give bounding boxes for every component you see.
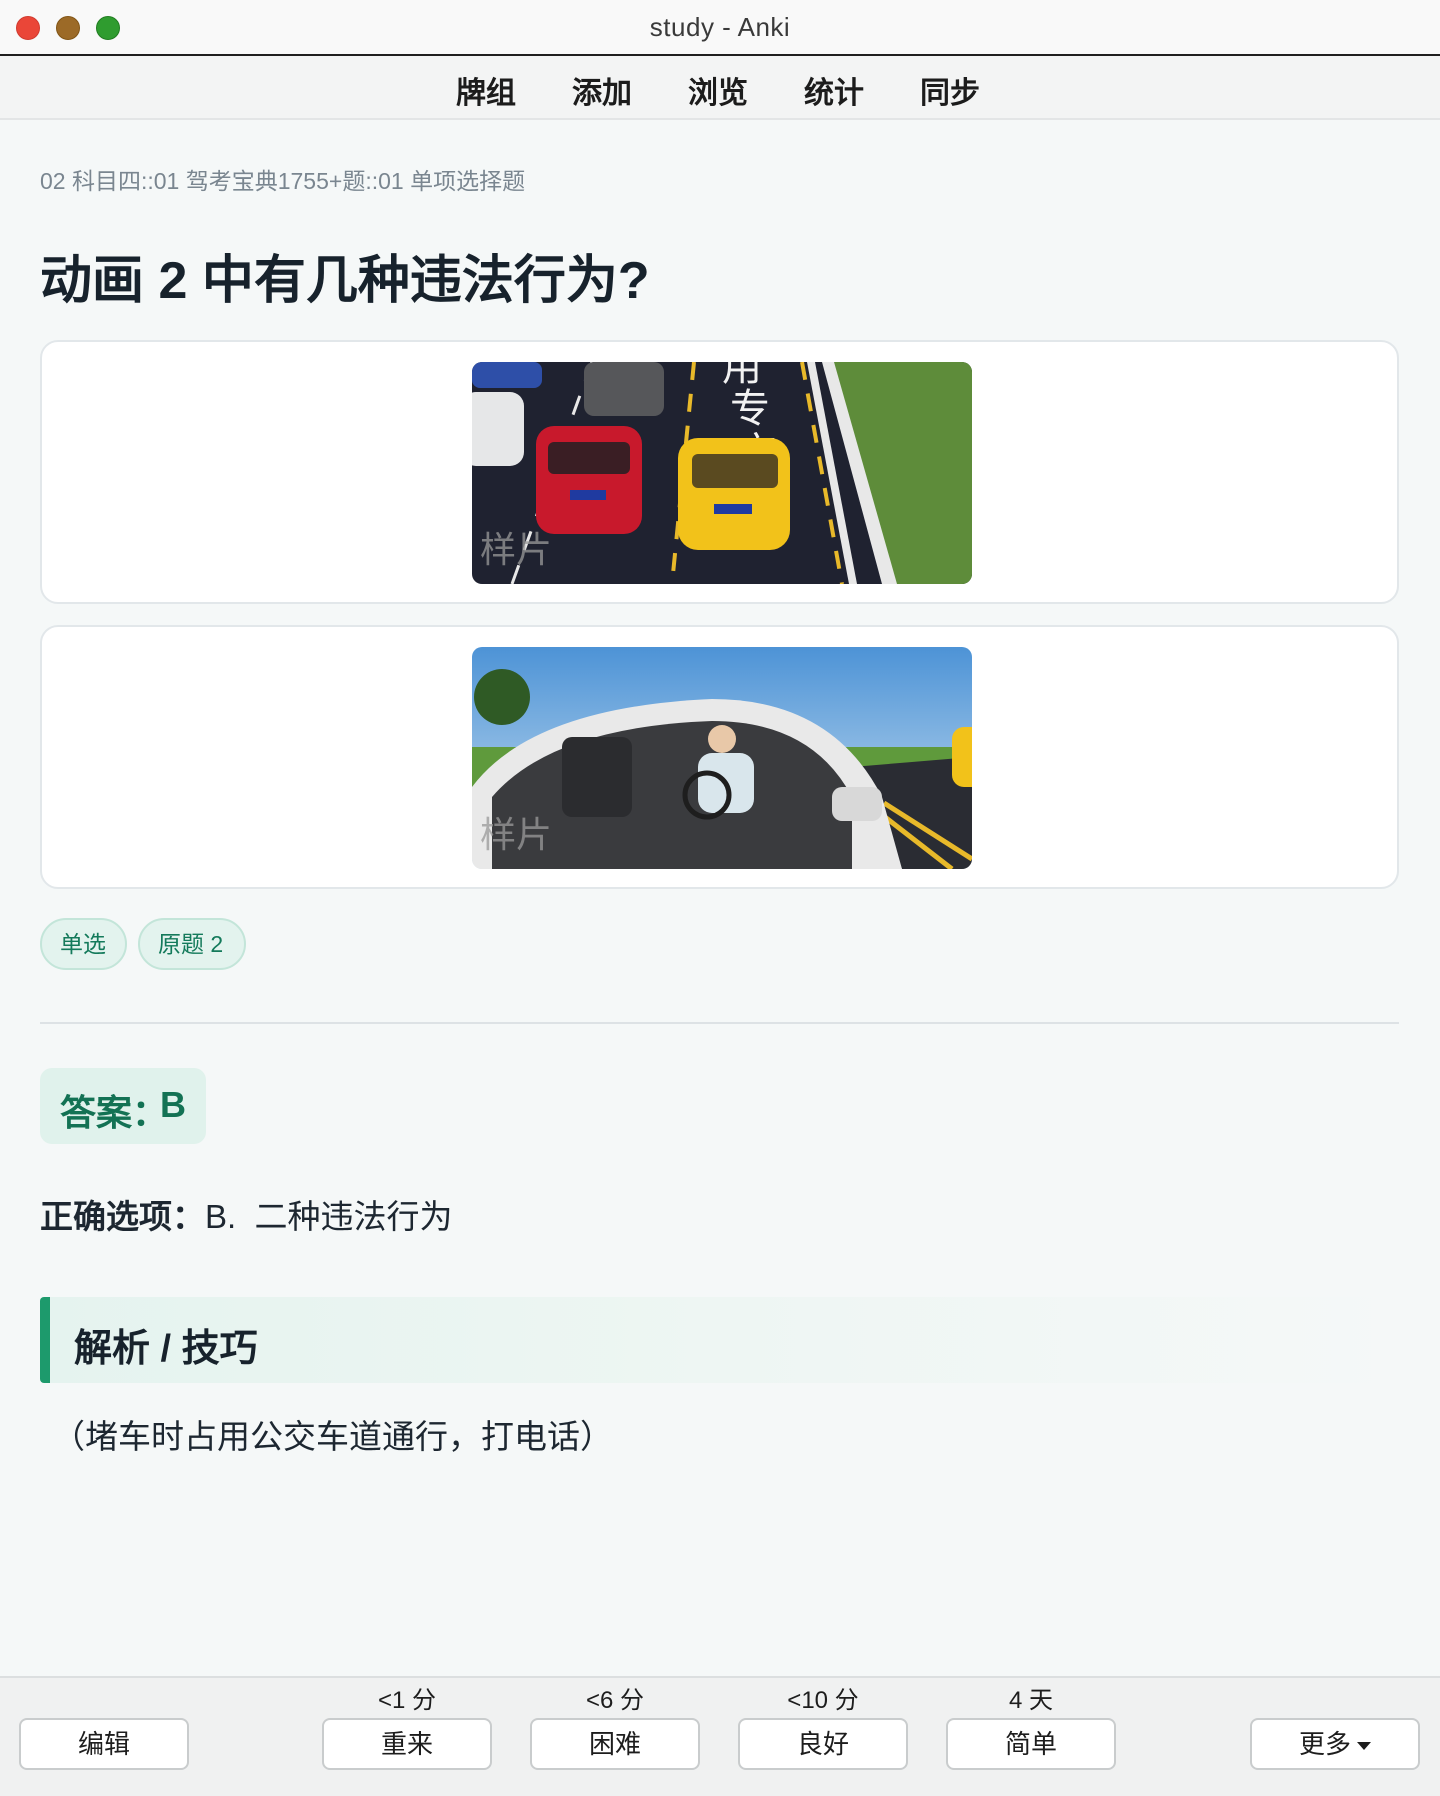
traffic-jam-image: 用 专 交 样片 xyxy=(472,362,972,584)
edit-button[interactable]: 编辑 xyxy=(19,1718,189,1770)
good-button[interactable]: 良好 xyxy=(738,1718,908,1770)
toolbar-stats[interactable]: 统计 xyxy=(804,68,864,112)
driver-phone-image: 样片 xyxy=(472,647,972,869)
hard-interval: <6 分 xyxy=(585,1687,645,1714)
main-toolbar: 牌组 添加 浏览 统计 同步 xyxy=(0,56,1440,120)
correct-option: 正确选项：B. 二种违法行为 xyxy=(40,1190,453,1238)
more-button[interactable]: 更多 xyxy=(1250,1718,1420,1770)
caret-down-icon xyxy=(1357,1742,1371,1751)
analysis-title: 解析 / 技巧 xyxy=(74,1328,258,1370)
watermark-2: 样片 xyxy=(480,815,552,856)
question-text: 动画 2 中有几种违法行为? xyxy=(40,252,650,310)
again-button[interactable]: 重来 xyxy=(322,1718,492,1770)
answer-divider xyxy=(40,1022,1399,1024)
again-interval: <1 分 xyxy=(377,1687,437,1714)
card-review-area: 02 科目四::01 驾考宝典1755+题::01 单项选择题 动画 2 中有几… xyxy=(0,120,1440,1676)
correct-option-label: 正确选项： xyxy=(40,1198,205,1235)
review-bottom-bar: 编辑 <1 分 重来 <6 分 困难 <10 分 良好 4 天 简单 更多 xyxy=(0,1676,1440,1796)
tag-single-choice[interactable]: 单选 xyxy=(40,918,127,970)
window-title: study - Anki xyxy=(649,12,791,42)
more-button-label: 更多 xyxy=(1298,1729,1351,1759)
toolbar-sync[interactable]: 同步 xyxy=(920,68,980,112)
deck-breadcrumb: 02 科目四::01 驾考宝典1755+题::01 单项选择题 xyxy=(40,168,526,194)
easy-button[interactable]: 简单 xyxy=(946,1718,1116,1770)
easy-interval: 4 天 xyxy=(1008,1687,1053,1714)
image-card-2: 样片 xyxy=(40,625,1399,889)
answer-label: 答案： xyxy=(60,1092,169,1133)
tag-original-question[interactable]: 原题 2 xyxy=(138,918,246,970)
good-interval: <10 分 xyxy=(787,1687,859,1714)
window-titlebar: study - Anki xyxy=(0,0,1440,56)
analysis-header: 解析 / 技巧 xyxy=(40,1297,1399,1383)
toolbar-decks[interactable]: 牌组 xyxy=(456,68,516,112)
correct-option-value: B. 二种违法行为 xyxy=(205,1198,453,1235)
hard-button[interactable]: 困难 xyxy=(530,1718,700,1770)
toolbar-browse[interactable]: 浏览 xyxy=(688,68,748,112)
answer-letter: B xyxy=(160,1084,186,1125)
toolbar-add[interactable]: 添加 xyxy=(572,68,632,112)
watermark-1: 样片 xyxy=(480,530,552,571)
svg-text:专: 专 xyxy=(730,386,770,432)
analysis-text: （堵车时占用公交车道通行，打电话） xyxy=(52,1418,613,1455)
answer-box: 答案： B xyxy=(40,1068,206,1144)
image-card-1: 用 专 交 样片 xyxy=(40,340,1399,604)
